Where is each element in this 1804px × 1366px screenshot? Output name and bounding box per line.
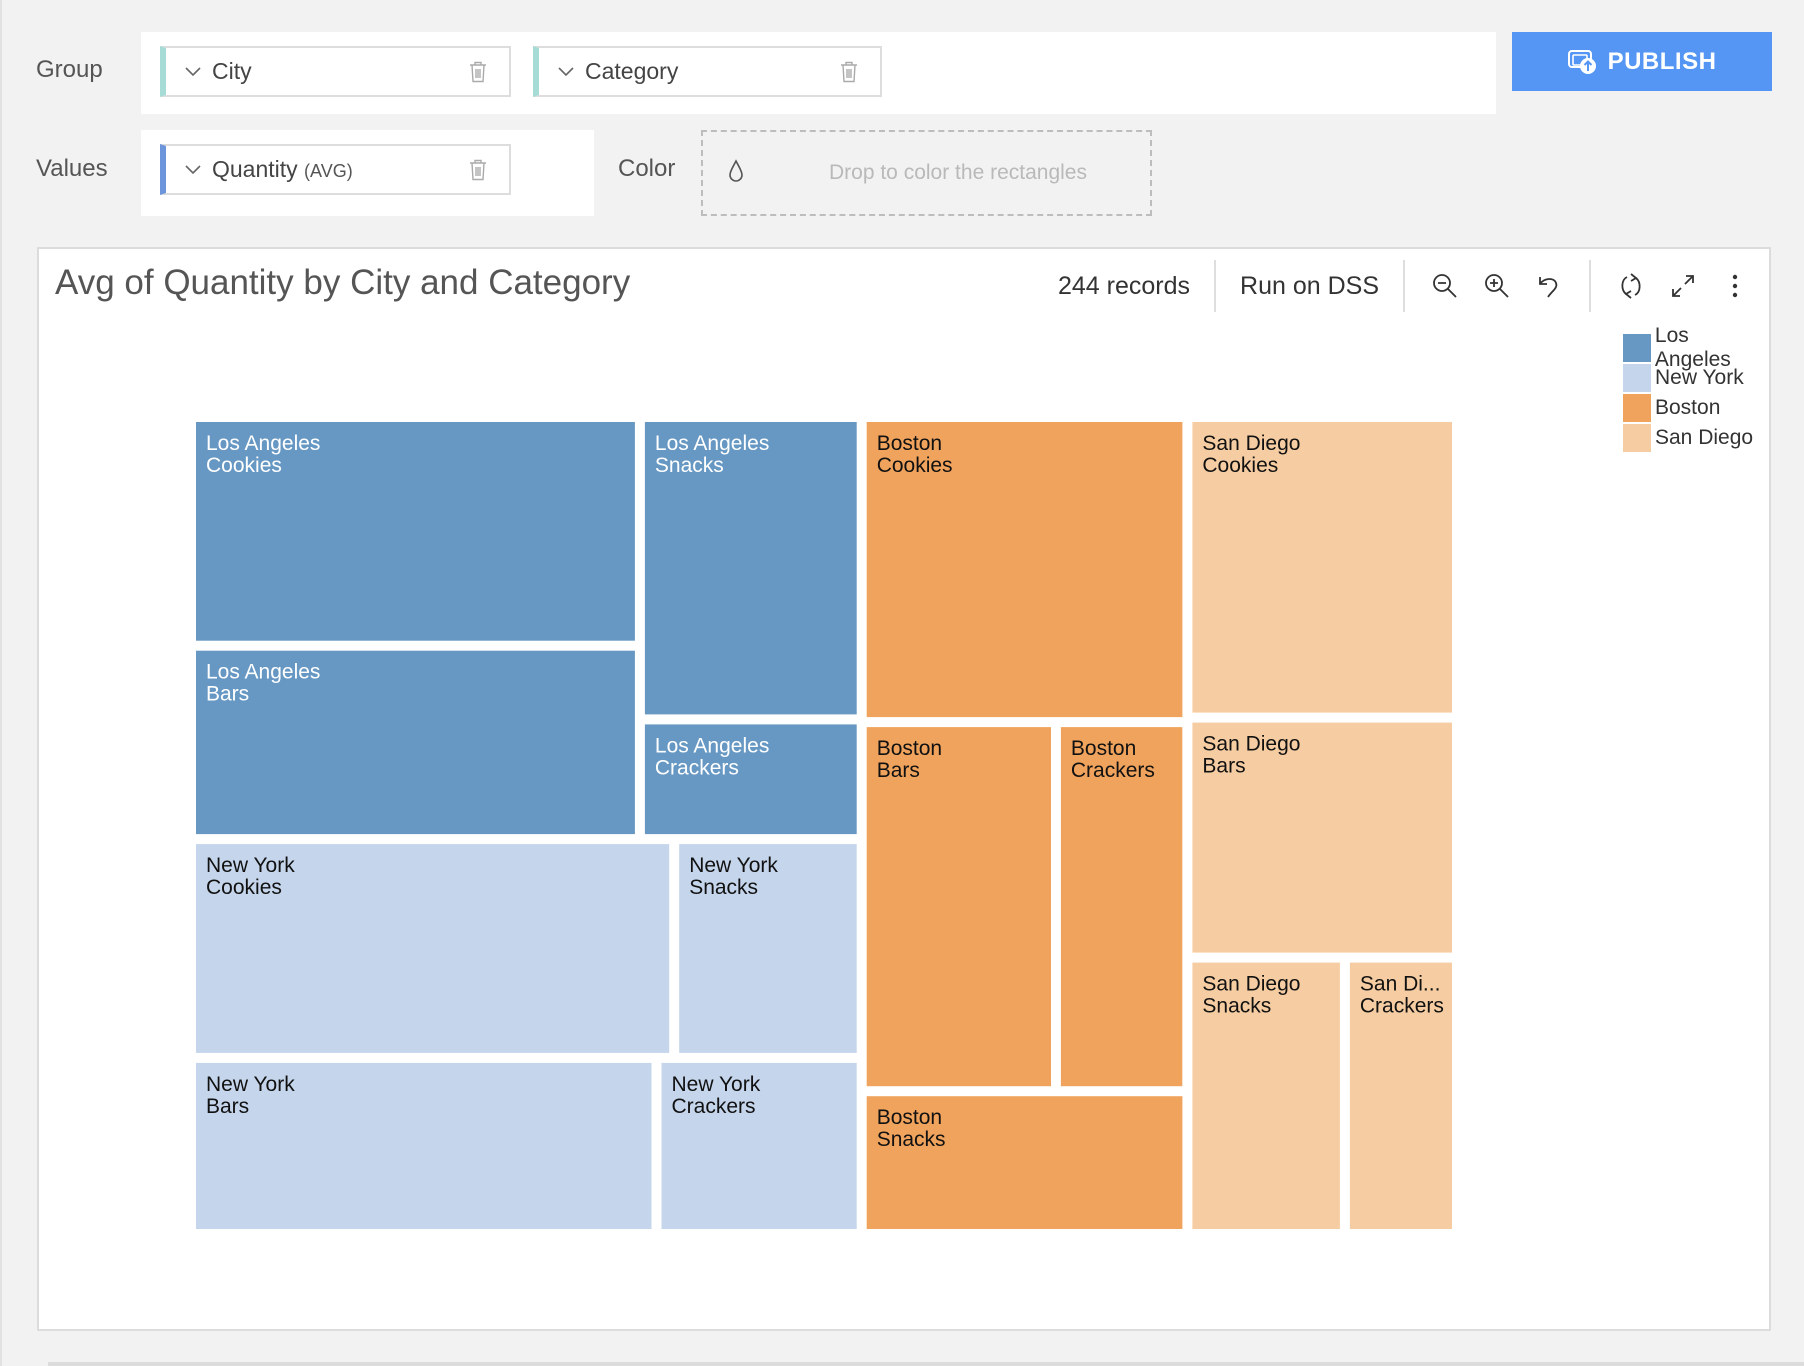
treemap-cell-new-york-snacks[interactable]: New YorkSnacks bbox=[679, 844, 857, 1053]
treemap-plot: Los AngelesCookiesLos AngelesBarsLos Ang… bbox=[196, 422, 1452, 1229]
treemap-label-city: Los Angeles bbox=[655, 734, 769, 757]
chevron-down-icon[interactable] bbox=[178, 66, 208, 77]
treemap-cell-boston-bars[interactable]: BostonBars bbox=[866, 727, 1051, 1087]
treemap-label-category: Cookies bbox=[206, 454, 282, 477]
trash-icon[interactable] bbox=[465, 159, 491, 181]
treemap-label-city: San Diego bbox=[1202, 733, 1300, 756]
treemap-label-city: Boston bbox=[877, 432, 942, 455]
treemap-label-category: Crackers bbox=[655, 756, 739, 779]
treemap-cell-san-diego-crackers[interactable]: San Di...Crackers bbox=[1349, 962, 1452, 1229]
treemap-label-category: Snacks bbox=[877, 1128, 946, 1151]
treemap-label-category: Cookies bbox=[206, 876, 282, 899]
treemap-label-city: New York bbox=[206, 854, 295, 877]
publish-label: PUBLISH bbox=[1607, 47, 1717, 75]
treemap-cell-boston-snacks[interactable]: BostonSnacks bbox=[866, 1096, 1183, 1229]
treemap-label-city: Boston bbox=[877, 1106, 942, 1129]
trash-icon[interactable] bbox=[465, 61, 491, 83]
values-label: Values bbox=[36, 155, 108, 182]
treemap-cell-new-york-crackers[interactable]: New YorkCrackers bbox=[661, 1062, 857, 1229]
treemap-cell-boston-crackers[interactable]: BostonCrackers bbox=[1060, 727, 1183, 1087]
color-drop-hint: Drop to color the rectangles bbox=[829, 161, 1087, 184]
treemap-label-category: Snacks bbox=[689, 876, 758, 899]
treemap-cell-los-angeles-cookies[interactable]: Los AngelesCookies bbox=[196, 422, 635, 641]
publish-icon bbox=[1567, 49, 1596, 74]
treemap-label-category: Snacks bbox=[1202, 995, 1271, 1018]
droplet-icon bbox=[727, 158, 747, 188]
left-divider bbox=[0, 0, 2, 1366]
chart-card: Avg of Quantity by City and Category 244… bbox=[37, 247, 1771, 1331]
chevron-down-icon[interactable] bbox=[551, 66, 581, 77]
treemap-cell-new-york-cookies[interactable]: New YorkCookies bbox=[196, 844, 670, 1053]
treemap-label-category: Cookies bbox=[1202, 454, 1278, 477]
treemap-label-city: New York bbox=[206, 1073, 295, 1096]
treemap-cell-los-angeles-crackers[interactable]: Los AngelesCrackers bbox=[644, 724, 857, 835]
color-drop-zone[interactable]: Drop to color the rectangles bbox=[701, 130, 1152, 216]
treemap-label-category: Bars bbox=[206, 1095, 249, 1118]
treemap-cell-boston-cookies[interactable]: BostonCookies bbox=[866, 422, 1183, 718]
treemap-label-category: Bars bbox=[1202, 755, 1245, 778]
chevron-down-icon[interactable] bbox=[178, 164, 208, 175]
treemap-label-city: San Diego bbox=[1202, 432, 1300, 455]
group-field-name: Category bbox=[585, 58, 679, 84]
treemap-label-city: New York bbox=[689, 854, 778, 877]
treemap-label-city: Los Angeles bbox=[206, 432, 320, 455]
group-label: Group bbox=[36, 56, 103, 83]
group-field-city[interactable]: City bbox=[160, 46, 511, 97]
treemap-label-category: Bars bbox=[877, 759, 920, 782]
treemap-label-category: Snacks bbox=[655, 454, 724, 477]
treemap-label-city: New York bbox=[672, 1073, 761, 1096]
treemap-cell-los-angeles-snacks[interactable]: Los AngelesSnacks bbox=[644, 422, 857, 715]
group-field-name: City bbox=[212, 58, 252, 84]
treemap-label-city: San Di... bbox=[1360, 973, 1441, 996]
value-field-label: Quantity (AVG) bbox=[212, 156, 465, 183]
treemap-cell-los-angeles-bars[interactable]: Los AngelesBars bbox=[196, 650, 635, 835]
value-field-aggregation: (AVG) bbox=[304, 161, 353, 181]
treemap-label-city: San Diego bbox=[1202, 973, 1300, 996]
treemap-cell-san-diego-bars[interactable]: San DiegoBars bbox=[1192, 722, 1452, 953]
treemap-label-city: Los Angeles bbox=[655, 432, 769, 455]
trash-icon[interactable] bbox=[836, 61, 862, 83]
treemap-label-category: Bars bbox=[206, 683, 249, 706]
treemap-label-category: Cookies bbox=[877, 454, 953, 477]
color-label: Color bbox=[618, 155, 676, 182]
treemap-label-category: Crackers bbox=[672, 1095, 756, 1118]
group-field-category[interactable]: Category bbox=[533, 46, 882, 97]
bottom-divider bbox=[48, 1362, 1804, 1366]
treemap-cell-san-diego-cookies[interactable]: San DiegoCookies bbox=[1192, 422, 1452, 713]
treemap-label-city: Boston bbox=[877, 737, 942, 760]
treemap-label-category: Crackers bbox=[1360, 995, 1444, 1018]
treemap-label-city: Los Angeles bbox=[206, 661, 320, 684]
treemap-cell-san-diego-snacks[interactable]: San DiegoSnacks bbox=[1192, 962, 1340, 1229]
treemap-cell-new-york-bars[interactable]: New YorkBars bbox=[196, 1062, 652, 1229]
treemap-label-category: Crackers bbox=[1071, 759, 1155, 782]
publish-button[interactable]: PUBLISH bbox=[1512, 32, 1772, 91]
value-field-name: Quantity bbox=[212, 156, 298, 182]
treemap-label-city: Boston bbox=[1071, 737, 1136, 760]
value-field-quantity[interactable]: Quantity (AVG) bbox=[160, 144, 511, 195]
